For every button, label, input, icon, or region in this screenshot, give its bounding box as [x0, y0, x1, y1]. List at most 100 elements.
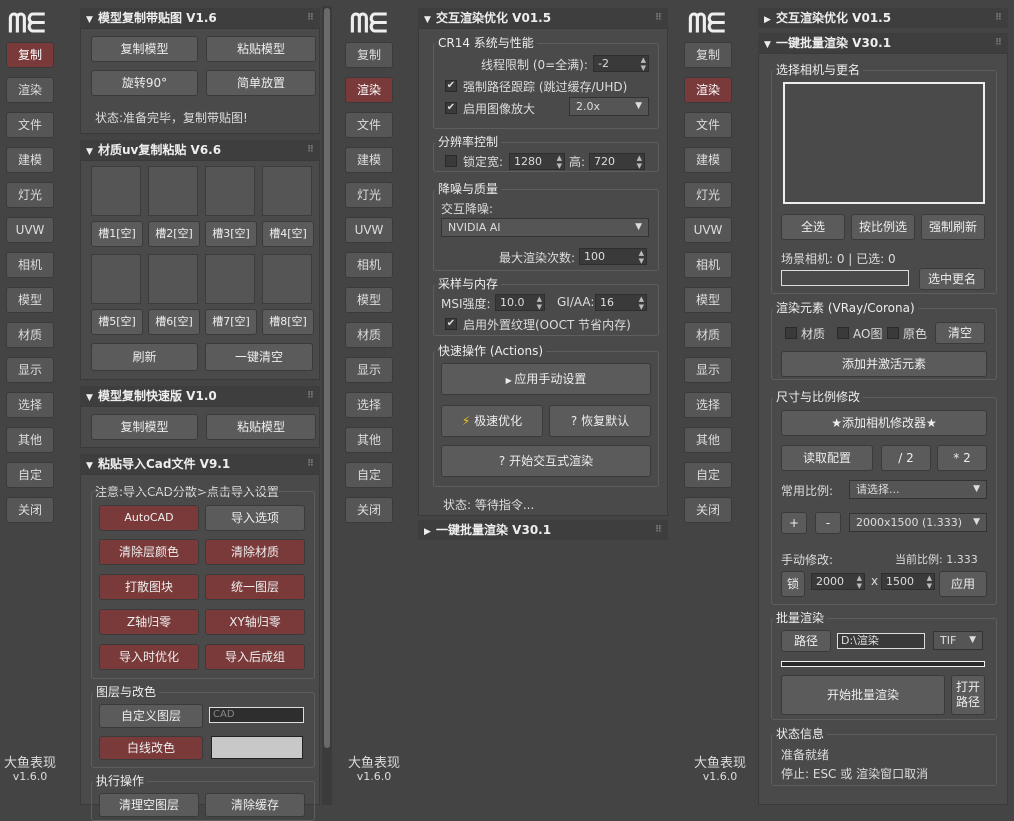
rollout-header-cad[interactable]: ▼ 粘贴导入Cad文件 V9.1 ⠿	[80, 454, 320, 474]
refresh-button[interactable]: 刷新	[91, 343, 198, 371]
manual-width-spinner[interactable]: 2000 ▲ ▼	[811, 573, 865, 590]
nav-button-9[interactable]: 显示	[684, 357, 732, 383]
fast-optimize-button[interactable]: ⚡ 极速优化	[441, 405, 543, 437]
nav-button-13[interactable]: 关闭	[345, 497, 393, 523]
nav-button-10[interactable]: 选择	[684, 392, 732, 418]
apply-manual-button[interactable]: ▶ 应用手动设置	[441, 363, 651, 395]
nav-button-4[interactable]: 灯光	[684, 182, 732, 208]
nav-button-1[interactable]: 渲染	[684, 77, 732, 103]
nav-button-13[interactable]: 关闭	[6, 497, 54, 523]
material-slot-button[interactable]: 槽5[空]	[91, 309, 143, 335]
original-color-checkbox[interactable]	[887, 327, 899, 339]
nav-button-5[interactable]: UVW	[345, 217, 393, 243]
path-input[interactable]: D:\渲染	[837, 633, 925, 649]
nav-button-0[interactable]: 复制	[684, 42, 732, 68]
minus-button[interactable]: -	[815, 512, 841, 534]
spinner-arrows-icon[interactable]: ▲ ▼	[641, 56, 646, 72]
nav-button-6[interactable]: 相机	[345, 252, 393, 278]
wireframe-color-button[interactable]: 白线改色	[99, 736, 203, 760]
layer-name-input[interactable]: CAD	[209, 707, 304, 723]
spinner-arrows-icon[interactable]: ▲ ▼	[857, 574, 862, 590]
material-slot-preview[interactable]	[91, 254, 141, 304]
material-slot-button[interactable]: 槽4[空]	[262, 221, 314, 247]
nav-button-9[interactable]: 显示	[345, 357, 393, 383]
open-path-button[interactable]: 打开路径	[951, 675, 985, 715]
copy-model-button[interactable]: 复制模型	[91, 36, 198, 62]
msi-spinner[interactable]: 10.0 ▲ ▼	[495, 294, 545, 311]
clear-all-button[interactable]: 一键清空	[205, 343, 313, 371]
start-interactive-button[interactable]: ? 开始交互式渲染	[441, 445, 651, 477]
group-after-import-button[interactable]: 导入后成组	[205, 644, 305, 670]
explode-block-button[interactable]: 打散图块	[99, 574, 199, 600]
material-slot-preview[interactable]	[205, 166, 255, 216]
clear-material-button[interactable]: 清除材质	[205, 539, 305, 565]
xy-zero-button[interactable]: XY轴归零	[205, 609, 305, 635]
material-slot-button[interactable]: 槽2[空]	[148, 221, 200, 247]
nav-button-0[interactable]: 复制	[345, 42, 393, 68]
clear-layer-color-button[interactable]: 清除层颜色	[99, 539, 199, 565]
nav-button-6[interactable]: 相机	[6, 252, 54, 278]
rollout-header-batch[interactable]: ▼ 一键批量渲染 V30.1 ⠿	[758, 33, 1008, 53]
spinner-arrows-icon[interactable]: ▲ ▼	[537, 295, 542, 311]
nav-button-8[interactable]: 材质	[6, 322, 54, 348]
material-slot-button[interactable]: 槽7[空]	[205, 309, 257, 335]
nav-button-7[interactable]: 模型	[684, 287, 732, 313]
multiply-2-button[interactable]: * 2	[937, 445, 987, 471]
nav-button-2[interactable]: 文件	[345, 112, 393, 138]
plus-button[interactable]: +	[781, 512, 807, 534]
nav-button-3[interactable]: 建模	[345, 147, 393, 173]
preset-size-dropdown[interactable]: 2000x1500 (1.333) ▼	[849, 513, 987, 532]
custom-layer-button[interactable]: 自定义图层	[99, 704, 203, 728]
spinner-arrows-icon[interactable]: ▲ ▼	[637, 154, 642, 170]
divide-2-button[interactable]: / 2	[881, 445, 931, 471]
material-slot-button[interactable]: 槽6[空]	[148, 309, 200, 335]
camera-listbox[interactable]	[783, 82, 985, 204]
quick-copy-button[interactable]: 复制模型	[91, 414, 198, 440]
manual-height-spinner[interactable]: 1500 ▲ ▼	[881, 573, 935, 590]
clean-empty-layer-button[interactable]: 清理空图层	[99, 793, 199, 817]
clear-elements-button[interactable]: 清空	[935, 322, 985, 344]
nav-button-10[interactable]: 选择	[6, 392, 54, 418]
select-by-ratio-button[interactable]: 按比例选	[851, 214, 915, 240]
nav-button-8[interactable]: 材质	[684, 322, 732, 348]
nav-button-4[interactable]: 灯光	[6, 182, 54, 208]
common-ratio-dropdown[interactable]: 请选择... ▼	[849, 480, 987, 499]
rollout-header-model-copy[interactable]: ▼ 模型复制带贴图 V1.6 ⠿	[80, 8, 320, 28]
height-spinner[interactable]: 720 ▲ ▼	[589, 153, 645, 170]
nav-button-3[interactable]: 建模	[684, 147, 732, 173]
material-slot-preview[interactable]	[262, 254, 312, 304]
material-slot-preview[interactable]	[148, 254, 198, 304]
width-spinner[interactable]: 1280 ▲ ▼	[509, 153, 565, 170]
nav-button-1[interactable]: 渲染	[6, 77, 54, 103]
nav-button-11[interactable]: 其他	[6, 427, 54, 453]
rollout-header-interactive-collapsed[interactable]: ▶ 交互渲染优化 V01.5 ⠿	[758, 8, 1008, 28]
nav-button-12[interactable]: 自定	[345, 462, 393, 488]
paste-model-button[interactable]: 粘贴模型	[206, 36, 316, 62]
nav-button-12[interactable]: 自定	[6, 462, 54, 488]
autocad-button[interactable]: AutoCAD	[99, 505, 199, 531]
add-camera-modifier-button[interactable]: ★添加相机修改器★	[781, 410, 987, 436]
rename-selected-button[interactable]: 选中更名	[919, 268, 985, 290]
nav-button-10[interactable]: 选择	[345, 392, 393, 418]
material-slot-preview[interactable]	[262, 166, 312, 216]
nav-button-9[interactable]: 显示	[6, 357, 54, 383]
simple-place-button[interactable]: 简单放置	[206, 70, 316, 96]
rollout-header-batch-collapsed[interactable]: ▶ 一键批量渲染 V30.1 ⠿	[418, 520, 668, 540]
nav-button-4[interactable]: 灯光	[345, 182, 393, 208]
material-slot-preview[interactable]	[148, 166, 198, 216]
max-passes-spinner[interactable]: 100 ▲ ▼	[579, 248, 647, 265]
threads-spinner[interactable]: -2 ▲ ▼	[593, 55, 649, 72]
nav-button-2[interactable]: 文件	[6, 112, 54, 138]
upscale-dropdown[interactable]: 2.0x ▼	[569, 97, 649, 116]
spinner-arrows-icon[interactable]: ▲ ▼	[557, 154, 562, 170]
force-refresh-button[interactable]: 强制刷新	[921, 214, 985, 240]
nav-button-6[interactable]: 相机	[684, 252, 732, 278]
material-slot-button[interactable]: 槽8[空]	[262, 309, 314, 335]
upscale-checkbox[interactable]: ✔	[445, 102, 457, 114]
lock-ratio-button[interactable]: 锁	[781, 571, 805, 597]
material-slot-preview[interactable]	[91, 166, 141, 216]
material-slot-button[interactable]: 槽3[空]	[205, 221, 257, 247]
giaa-spinner[interactable]: 16 ▲ ▼	[595, 294, 647, 311]
material-slot-button[interactable]: 槽1[空]	[91, 221, 143, 247]
denoise-dropdown[interactable]: NVIDIA AI ▼	[441, 218, 649, 237]
